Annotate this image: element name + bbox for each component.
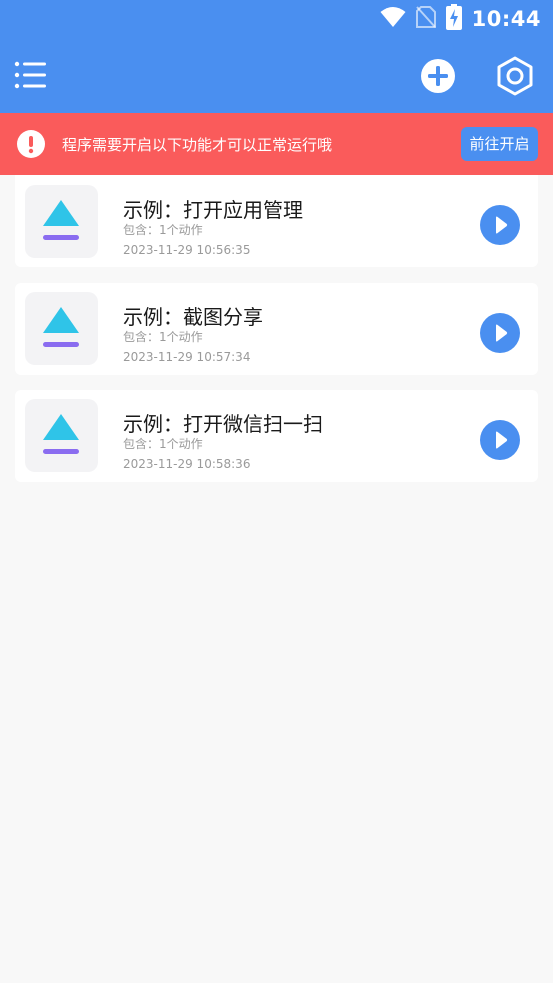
app-logo-icon [43,307,79,347]
wifi-icon [380,6,406,32]
task-thumbnail [25,399,98,472]
play-icon [496,431,508,449]
task-time: 2023-11-29 10:56:35 [123,243,251,257]
app-logo-icon [43,414,79,454]
alert-circle-icon [17,130,45,158]
play-button[interactable] [480,313,520,353]
play-button[interactable] [480,205,520,245]
banner-text: 程序需要开启以下功能才可以正常运行哦 [62,136,333,154]
app-root: 10:44 程序需要开启以下功能才可以正常运行哦 前往开启 示例：打开应用管理 … [0,0,553,983]
task-time: 2023-11-29 10:58:36 [123,457,251,471]
task-item[interactable]: 示例：截图分享 包含：1个动作 2023-11-29 10:57:34 [15,283,538,375]
permission-banner: 程序需要开启以下功能才可以正常运行哦 前往开启 [0,113,553,175]
status-icons: 10:44 [380,4,541,34]
play-icon [496,216,508,234]
app-logo-icon [43,200,79,240]
task-thumbnail [25,185,98,258]
task-subtitle: 包含：1个动作 [123,223,203,237]
task-title: 示例：截图分享 [123,305,263,329]
task-title: 示例：打开微信扫一扫 [123,412,323,436]
settings-hexagon-icon [497,56,533,96]
task-title: 示例：打开应用管理 [123,198,303,222]
menu-button[interactable] [14,59,48,91]
no-sim-icon [415,5,436,33]
task-thumbnail [25,292,98,365]
add-button[interactable] [420,58,456,94]
play-icon [496,324,508,342]
app-header: 10:44 [0,0,553,113]
menu-list-icon [14,61,46,89]
task-item[interactable]: 示例：打开微信扫一扫 包含：1个动作 2023-11-29 10:58:36 [15,390,538,482]
status-time: 10:44 [471,7,541,31]
play-button[interactable] [480,420,520,460]
status-bar: 10:44 [0,0,553,36]
settings-button[interactable] [496,56,534,96]
add-circle-icon [421,59,455,93]
go-enable-button[interactable]: 前往开启 [461,127,538,161]
task-subtitle: 包含：1个动作 [123,437,203,451]
battery-charging-icon [445,4,462,34]
task-subtitle: 包含：1个动作 [123,330,203,344]
task-item[interactable]: 示例：打开应用管理 包含：1个动作 2023-11-29 10:56:35 [15,175,538,267]
task-time: 2023-11-29 10:57:34 [123,350,251,364]
